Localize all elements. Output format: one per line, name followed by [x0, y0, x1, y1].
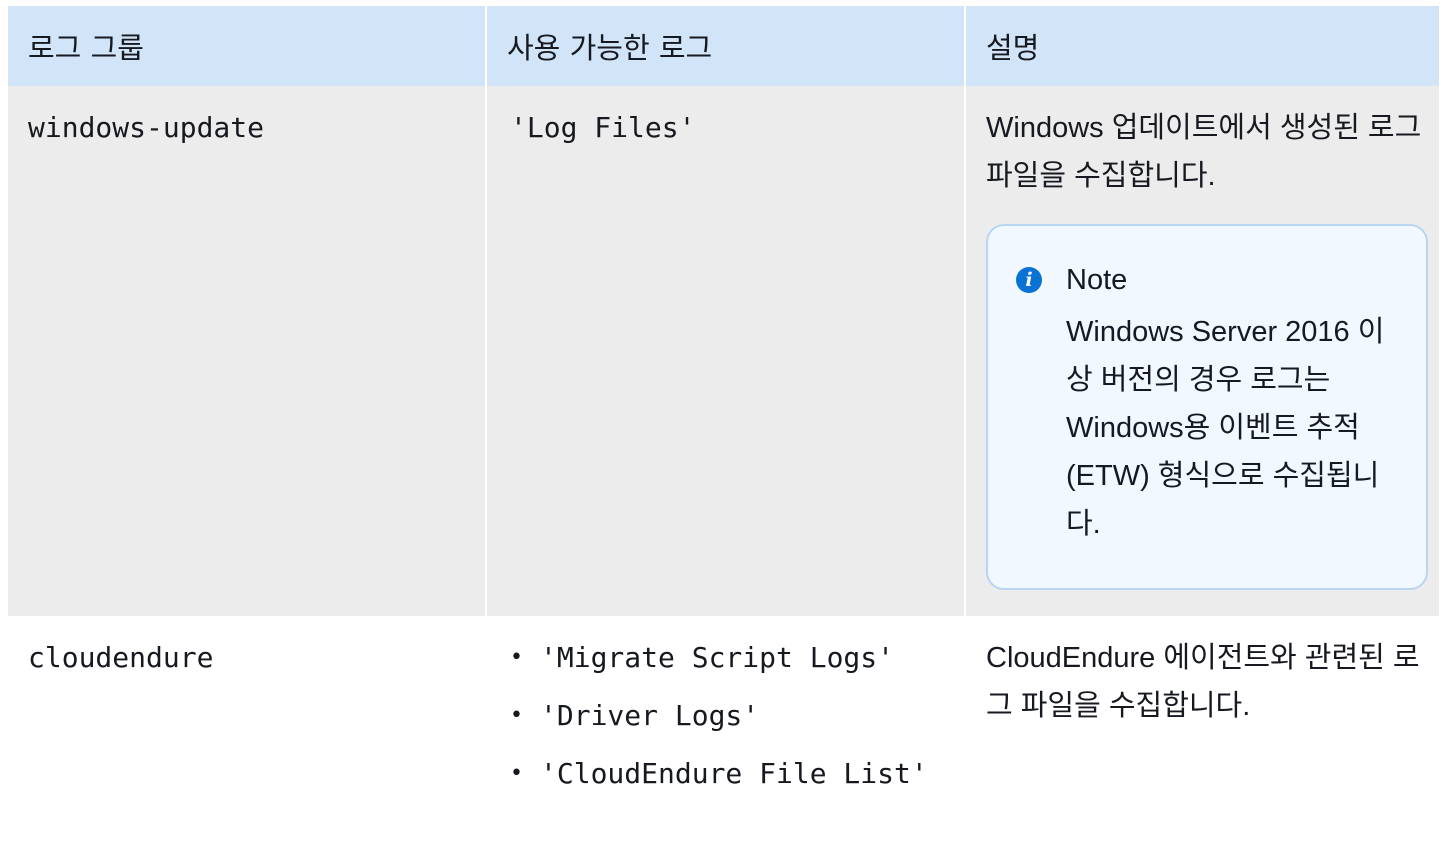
log-name: 'CloudEndure File List'	[540, 757, 928, 790]
table-body: windows-update 'Log Files' Windows 업데이트에…	[8, 86, 1439, 859]
list-item: 'Driver Logs'	[510, 692, 964, 740]
list-item: 'Migrate Script Logs'	[510, 634, 964, 682]
description-text: CloudEndure 에이전트와 관련된 로그 파일을 수집합니다.	[986, 642, 1420, 722]
log-group-cell: windows-update	[8, 86, 487, 616]
header-row: 로그 그룹 사용 가능한 로그 설명	[8, 6, 1439, 86]
available-logs-cell: 'Log Files'	[486, 86, 966, 616]
note-header: i Note	[1016, 256, 1406, 304]
log-groups-table: 로그 그룹 사용 가능한 로그 설명 windows-update 'Log F…	[8, 6, 1439, 859]
column-header-description: 설명	[965, 6, 1439, 86]
available-logs-list: 'Migrate Script Logs' 'Driver Logs' 'Clo…	[510, 634, 964, 798]
log-name: 'Driver Logs'	[540, 699, 760, 732]
log-group-cell: cloudendure	[8, 616, 487, 859]
note-callout: i Note Windows Server 2016 이상 버전의 경우 로그는…	[986, 224, 1428, 590]
description-cell: Windows 업데이트에서 생성된 로그 파일을 수집합니다. i Note …	[965, 86, 1439, 616]
column-header-available-logs: 사용 가능한 로그	[486, 6, 966, 86]
table-header: 로그 그룹 사용 가능한 로그 설명	[8, 6, 1439, 86]
table-row: cloudendure 'Migrate Script Logs' 'Drive…	[8, 616, 1439, 859]
log-name: 'Migrate Script Logs'	[540, 641, 895, 674]
description-text: Windows 업데이트에서 생성된 로그 파일을 수집합니다.	[986, 112, 1422, 192]
note-body: Windows Server 2016 이상 버전의 경우 로그는 Window…	[1066, 316, 1385, 540]
page: 로그 그룹 사용 가능한 로그 설명 windows-update 'Log F…	[0, 0, 1447, 859]
note-title: Note	[1066, 264, 1128, 296]
table-row: windows-update 'Log Files' Windows 업데이트에…	[8, 86, 1439, 616]
info-icon: i	[1016, 267, 1042, 293]
description-cell: CloudEndure 에이전트와 관련된 로그 파일을 수집합니다.	[965, 616, 1439, 859]
available-logs-cell: 'Migrate Script Logs' 'Driver Logs' 'Clo…	[486, 616, 966, 859]
column-header-log-group: 로그 그룹	[8, 6, 487, 86]
list-item: 'CloudEndure File List'	[510, 750, 964, 798]
